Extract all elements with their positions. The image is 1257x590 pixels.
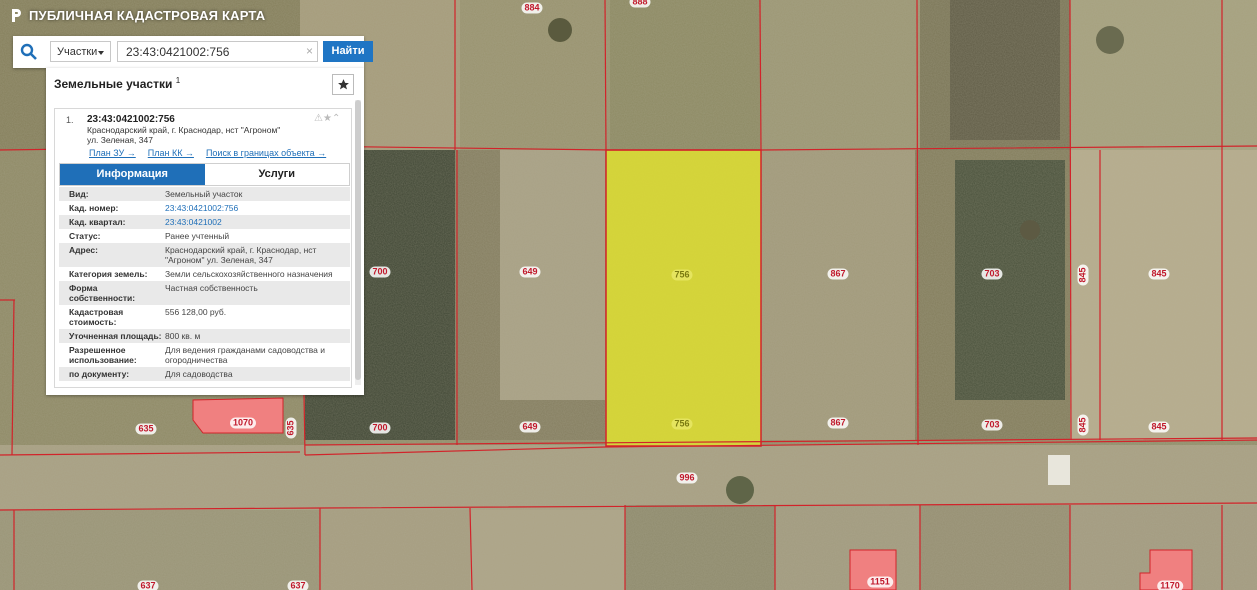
parcel-label[interactable]: 1070 bbox=[229, 417, 257, 429]
favorites-button[interactable] bbox=[332, 74, 354, 95]
property-row: по документу: Для садоводства bbox=[59, 367, 350, 381]
result-index: 1. bbox=[66, 115, 74, 125]
property-key: Вид: bbox=[69, 189, 89, 199]
panel-title: Земельные участки 1 bbox=[54, 76, 180, 91]
property-key: по документу: bbox=[69, 369, 130, 379]
parcel-label[interactable]: 649 bbox=[519, 421, 541, 433]
property-key: Категория земель: bbox=[69, 269, 148, 279]
result-tabs: Информация Услуги bbox=[59, 163, 350, 186]
parcel-label[interactable]: 637 bbox=[287, 580, 309, 590]
parcel-label[interactable]: 845 bbox=[1148, 421, 1170, 433]
property-value[interactable]: 23:43:0421002:756 bbox=[165, 203, 345, 213]
property-row: Статус: Ранее учтенный bbox=[59, 229, 350, 243]
search-bar: Участки 23:43:0421002:756 × Найти bbox=[13, 36, 373, 68]
search-input[interactable]: 23:43:0421002:756 bbox=[117, 41, 318, 62]
card-icons: ⚠★⌃ bbox=[314, 113, 340, 124]
search-icon[interactable] bbox=[19, 42, 39, 62]
parcel-label[interactable]: 635 bbox=[285, 417, 297, 439]
property-value: 800 кв. м bbox=[165, 331, 201, 341]
property-key: Уточненная площадь: bbox=[69, 331, 162, 341]
result-card[interactable]: 1. 23:43:0421002:756 Краснодарский край,… bbox=[54, 108, 352, 388]
property-key: Кад. номер: bbox=[69, 203, 119, 213]
parcel-label[interactable]: 1170 bbox=[1157, 580, 1183, 590]
property-value: Для ведения гражданами садоводства и ого… bbox=[165, 345, 326, 365]
property-value: Земли сельскохозяйственного назначения bbox=[165, 269, 333, 279]
property-row: Вид: Земельный участок bbox=[59, 187, 350, 201]
address-line-1: Краснодарский край, г. Краснодар, нст "А… bbox=[87, 125, 281, 135]
parcel-label[interactable]: 756 bbox=[671, 418, 693, 430]
result-cadastral-number[interactable]: 23:43:0421002:756 bbox=[87, 114, 175, 125]
logo-icon bbox=[12, 9, 21, 22]
property-value[interactable]: 23:43:0421002 bbox=[165, 217, 345, 227]
plan-kk-link[interactable]: План КК → bbox=[148, 148, 194, 158]
search-type-label: Участки bbox=[57, 46, 98, 58]
result-count: 1 bbox=[175, 76, 181, 85]
parcel-label[interactable]: 845 bbox=[1077, 414, 1089, 436]
property-row: Кадастровая стоимость: 556 128,00 руб. bbox=[59, 305, 350, 329]
search-in-bounds-link[interactable]: Поиск в границах объекта → bbox=[206, 148, 326, 158]
star-icon bbox=[338, 79, 349, 90]
property-value: Земельный участок bbox=[165, 189, 243, 199]
parcel-label[interactable]: 700 bbox=[369, 422, 391, 434]
parcel-label[interactable]: 756 bbox=[671, 269, 693, 281]
property-key: Адрес: bbox=[69, 245, 98, 255]
scrollbar-thumb[interactable] bbox=[355, 100, 361, 380]
results-panel: Земельные участки 1 1. 23:43:0421002:756… bbox=[46, 68, 364, 395]
property-row: Кад. номер: 23:43:0421002:756 bbox=[59, 201, 350, 215]
parcel-label[interactable]: 635 bbox=[135, 423, 157, 435]
search-type-select[interactable]: Участки bbox=[50, 41, 111, 62]
property-row: Адрес: Краснодарский край, г. Краснодар, … bbox=[59, 243, 350, 267]
property-row: Кад. квартал: 23:43:0421002 bbox=[59, 215, 350, 229]
find-button[interactable]: Найти bbox=[323, 41, 373, 62]
property-value: Частная собственность bbox=[165, 283, 258, 293]
address-line-2: ул. Зеленая, 347 bbox=[87, 135, 153, 145]
property-value: Ранее учтенный bbox=[165, 231, 230, 241]
parcel-label[interactable]: 1151 bbox=[867, 576, 893, 588]
result-links: План ЗУ → План КК → Поиск в границах объ… bbox=[89, 148, 326, 158]
property-value: 556 128,00 руб. bbox=[165, 307, 227, 317]
parcel-label[interactable]: 845 bbox=[1148, 268, 1170, 280]
warning-icon[interactable]: ⚠ bbox=[314, 113, 323, 124]
parcel-label[interactable]: 996 bbox=[676, 472, 698, 484]
result-address: Краснодарский край, г. Краснодар, нст "А… bbox=[87, 125, 307, 145]
parcel-label[interactable]: 867 bbox=[827, 417, 849, 429]
star-outline-icon[interactable]: ★ bbox=[323, 113, 332, 124]
chevron-down-icon bbox=[98, 51, 104, 55]
property-value: Для садоводства bbox=[165, 369, 233, 379]
property-key: Кад. квартал: bbox=[69, 217, 126, 227]
property-key: Разрешенное использование: bbox=[69, 345, 137, 365]
property-row: Форма собственности: Частная собственност… bbox=[59, 281, 350, 305]
property-key: Статус: bbox=[69, 231, 101, 241]
plan-zu-link[interactable]: План ЗУ → bbox=[89, 148, 136, 158]
app-title: ПУБЛИЧНАЯ КАДАСТРОВАЯ КАРТА bbox=[29, 8, 266, 23]
parcel-label[interactable]: 845 bbox=[1077, 264, 1089, 286]
parcel-label[interactable]: 884 bbox=[521, 2, 543, 14]
parcel-label[interactable]: 649 bbox=[519, 266, 541, 278]
clear-icon[interactable]: × bbox=[306, 41, 313, 62]
panel-title-text: Земельные участки bbox=[54, 77, 173, 91]
parcel-label[interactable]: 867 bbox=[827, 268, 849, 280]
property-key: Кадастровая стоимость: bbox=[69, 307, 124, 327]
property-row: Разрешенное использование: Для ведения гр… bbox=[59, 343, 350, 367]
tab-info[interactable]: Информация bbox=[60, 164, 205, 185]
parcel-label[interactable]: 700 bbox=[369, 266, 391, 278]
parcel-label[interactable]: 703 bbox=[981, 419, 1003, 431]
tab-services[interactable]: Услуги bbox=[204, 164, 349, 185]
property-row: Категория земель: Земли сельскохозяйствен… bbox=[59, 267, 350, 281]
chevron-up-icon[interactable]: ⌃ bbox=[332, 113, 340, 124]
app-header: ПУБЛИЧНАЯ КАДАСТРОВАЯ КАРТА bbox=[10, 8, 265, 23]
parcel-label[interactable]: 637 bbox=[137, 580, 159, 590]
property-table: Вид: Земельный участок Кад. номер: 23:43:04… bbox=[59, 187, 350, 381]
property-key: Форма собственности: bbox=[69, 283, 136, 303]
property-row: Уточненная площадь: 800 кв. м bbox=[59, 329, 350, 343]
property-value: Краснодарский край, г. Краснодар, нст "А… bbox=[165, 245, 317, 265]
parcel-label[interactable]: 703 bbox=[981, 268, 1003, 280]
parcel-label[interactable]: 888 bbox=[629, 0, 651, 8]
